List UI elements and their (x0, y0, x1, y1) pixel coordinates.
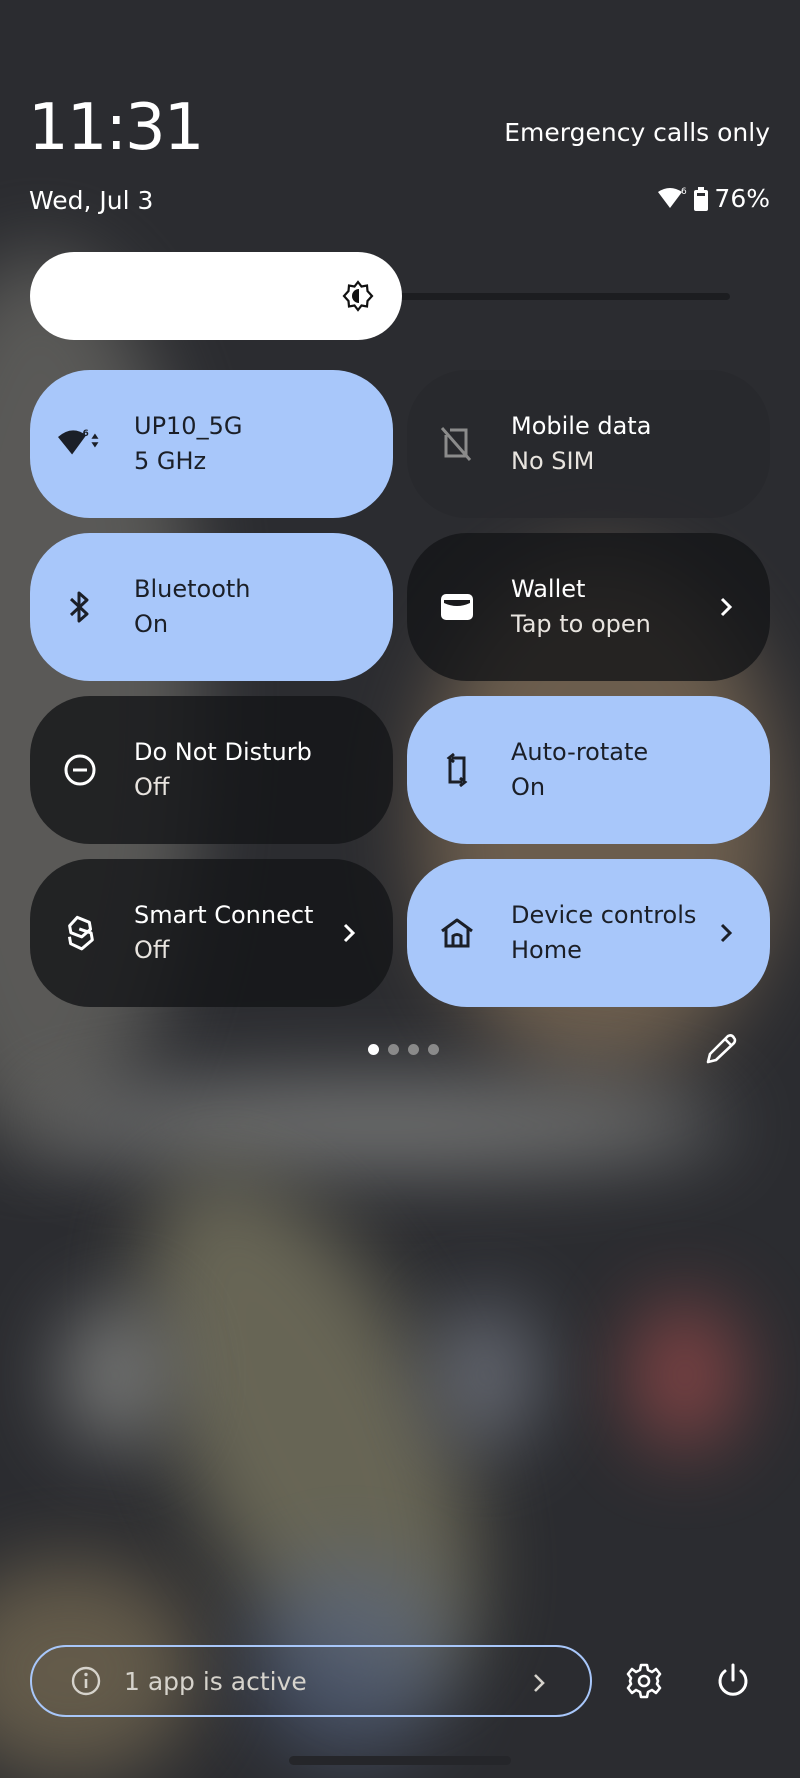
tile-subtitle: 5 GHz (134, 447, 207, 475)
tile-title: Device controls (511, 901, 697, 930)
tile-wallet[interactable]: Wallet Tap to open (407, 533, 770, 681)
tile-device-controls[interactable]: Device controls Home (407, 859, 770, 1007)
page-dot-active[interactable] (368, 1044, 379, 1055)
active-apps-button[interactable]: 1 app is active (30, 1645, 592, 1717)
page-dot[interactable] (408, 1044, 419, 1055)
tile-bluetooth[interactable]: Bluetooth On (30, 533, 393, 681)
brightness-auto-icon (342, 280, 374, 312)
tile-title: Auto-rotate (511, 738, 649, 767)
carrier-status: Emergency calls only (504, 118, 770, 147)
tile-subtitle: No SIM (511, 447, 595, 475)
status-icons: 6 76% (658, 184, 770, 213)
tile-title: Bluetooth (134, 575, 251, 604)
brightness-track[interactable] (390, 293, 730, 300)
do-not-disturb-icon (58, 748, 102, 792)
tile-subtitle: Home (511, 936, 582, 964)
chevron-right-icon[interactable] (716, 921, 736, 945)
battery-percent: 76% (714, 184, 770, 213)
smart-connect-icon (58, 911, 102, 955)
tile-title: Wallet (511, 575, 586, 604)
no-sim-icon (435, 422, 479, 466)
home-icon (435, 911, 479, 955)
chevron-right-icon[interactable] (716, 595, 736, 619)
tile-wifi[interactable]: 6 UP10_5G 5 GHz (30, 370, 393, 518)
wifi-6-icon: 6 (58, 422, 102, 466)
chevron-right-icon (534, 1674, 545, 1692)
wallet-icon (435, 585, 479, 629)
tile-title: UP10_5G (134, 412, 243, 441)
gear-icon[interactable] (624, 1661, 664, 1701)
power-icon[interactable] (713, 1661, 753, 1701)
tile-smart-connect[interactable]: Smart Connect Off (30, 859, 393, 1007)
page-indicator[interactable] (368, 1044, 439, 1055)
tile-subtitle: Off (134, 773, 170, 801)
chevron-right-icon[interactable] (339, 921, 359, 945)
tile-auto-rotate[interactable]: Auto-rotate On (407, 696, 770, 844)
tile-title: Do Not Disturb (134, 738, 312, 767)
edit-pencil-icon[interactable] (704, 1032, 738, 1066)
tile-title: Smart Connect (134, 901, 314, 930)
page-dot[interactable] (388, 1044, 399, 1055)
tile-subtitle: On (511, 773, 546, 801)
tile-do-not-disturb[interactable]: Do Not Disturb Off (30, 696, 393, 844)
auto-rotate-icon (435, 748, 479, 792)
tile-subtitle: Off (134, 936, 170, 964)
tile-subtitle: Tap to open (511, 610, 651, 638)
date[interactable]: Wed, Jul 3 (29, 186, 153, 215)
svg-text:6: 6 (681, 187, 687, 197)
brightness-slider[interactable] (30, 252, 730, 340)
active-apps-label: 1 app is active (124, 1666, 307, 1696)
svg-text:6: 6 (83, 429, 89, 439)
tile-mobile-data[interactable]: Mobile data No SIM (407, 370, 770, 518)
battery-icon (694, 186, 709, 211)
wifi-6-icon: 6 (658, 187, 687, 208)
bluetooth-icon (58, 585, 102, 629)
quick-settings-grid: 6 UP10_5G 5 GHz Mobile data No SIM Bluet… (30, 370, 770, 1007)
gesture-home-bar[interactable] (289, 1756, 511, 1765)
clock[interactable]: 11:31 (28, 96, 204, 160)
tile-title: Mobile data (511, 412, 652, 441)
info-icon (71, 1666, 101, 1696)
page-dot[interactable] (428, 1044, 439, 1055)
tile-subtitle: On (134, 610, 169, 638)
